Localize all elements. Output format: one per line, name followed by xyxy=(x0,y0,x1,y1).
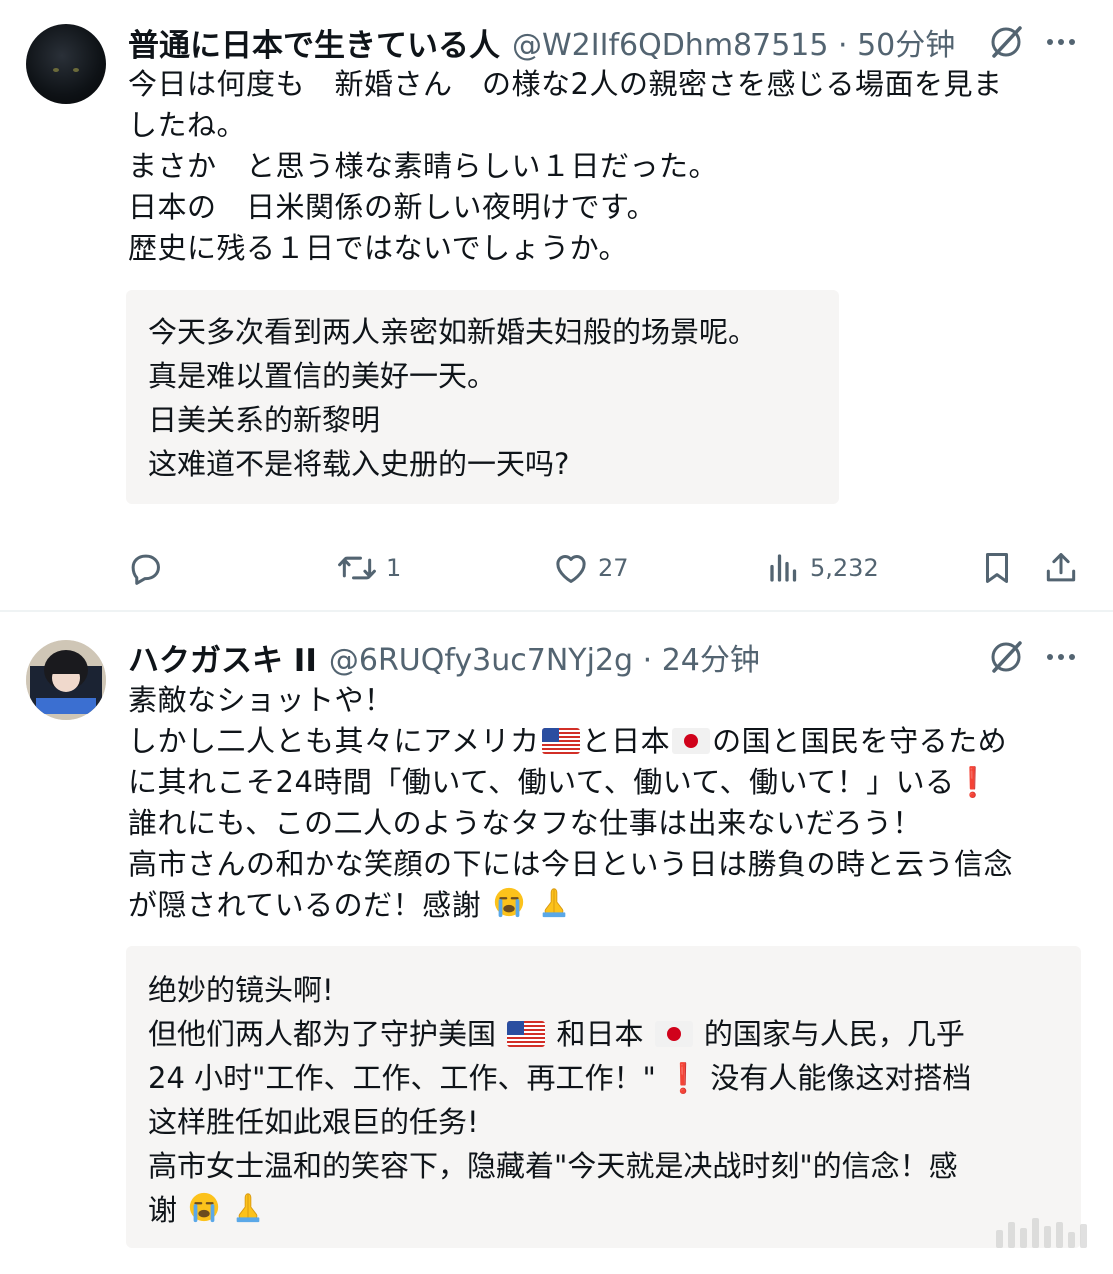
share-button[interactable] xyxy=(1042,546,1080,590)
japan-flag xyxy=(672,728,711,754)
tweet-text-line: が隠されているのだ！感謝 xyxy=(128,885,1013,926)
avatar[interactable] xyxy=(26,24,106,104)
reply-icon xyxy=(131,554,160,585)
tweet-text-line: 素敵なショットや！ xyxy=(128,683,394,717)
tweet-header: ハクガスキ II @6RUQfy3uc7NYj2g · 24分钟 xyxy=(128,635,760,680)
more-options-icon[interactable] xyxy=(1041,22,1081,62)
translation-line: 绝妙的镜头啊! xyxy=(148,973,334,1007)
share-icon xyxy=(1046,553,1076,582)
repost-button[interactable]: 1 xyxy=(336,546,401,590)
translation-line: 这样胜任如此艰巨的任务! xyxy=(148,1105,479,1139)
translation-line: 今天多次看到两人亲密如新婚夫妇般的场景呢。 xyxy=(148,315,758,349)
loudly-crying-face xyxy=(190,1192,219,1223)
tweet-header: 普通に日本で生きている人 @W2IIf6QDhm87515 · 50分钟 xyxy=(128,20,955,65)
translation-line: 日美关系的新黎明 xyxy=(148,403,381,437)
tweet-text-line: 日本の 日米関係の新しい夜明けです。 xyxy=(128,190,657,224)
translation-box: 绝妙的镜头啊! 但他们两人都为了守护美国 和日本 的国家与人民，几乎 24 小时… xyxy=(126,946,1081,1248)
display-name[interactable]: 普通に日本で生きている人 xyxy=(128,20,500,65)
more-options-icon[interactable] xyxy=(1041,637,1081,677)
grok-slash-icon[interactable] xyxy=(986,22,1026,62)
translation-line: 高市女士温和的笑容下，隐藏着"今天就是决战时刻"的信念！感 xyxy=(148,1149,958,1183)
red-exclamation-mark: ❗ xyxy=(665,1061,702,1095)
like-button[interactable]: 27 xyxy=(552,546,629,590)
tweet-text-line: 歴史に残る１日ではないでしょうか。 xyxy=(128,231,629,265)
tweet-text-line: 今日は何度も 新婚さん の様な2人の親密さを感じる場面を見ま xyxy=(128,67,1003,101)
loudly-crying-face xyxy=(494,887,524,918)
japan-flag xyxy=(654,1021,693,1047)
tweet-text-line: 誰れにも、この二人のようなタフな仕事は出来ないだろう！ xyxy=(128,806,922,840)
handle-and-time[interactable]: @W2IIf6QDhm87515 · 50分钟 xyxy=(512,20,955,64)
display-name[interactable]: ハクガスキ II xyxy=(128,635,317,680)
us-flag xyxy=(541,728,580,754)
us-flag xyxy=(507,1021,546,1047)
repost-count: 1 xyxy=(386,554,402,582)
tweet-text-line: に其れこそ24時間「働いて、働いて、働いて、働いて！」いる❗ xyxy=(128,765,992,799)
analytics-icon xyxy=(770,554,797,582)
tweet-text-line: 高市さんの和かな笑顔の下には今日という日は勝負の時と云う信念 xyxy=(128,847,1014,881)
handle-and-time[interactable]: @6RUQfy3uc7NYj2g · 24分钟 xyxy=(329,635,760,679)
bookmark-icon xyxy=(985,553,1009,583)
view-count: 5,232 xyxy=(810,554,879,582)
avatar[interactable] xyxy=(26,640,106,720)
translation-line: 谢 xyxy=(148,1188,971,1232)
tweet-text-line: まさか と思う様な素晴らしい１日だった。 xyxy=(128,149,719,183)
translation-line: 24 小时"工作、工作、工作、再工作！" ❗ 没有人能像这对搭档 xyxy=(148,1061,972,1095)
folded-hands xyxy=(542,888,565,918)
tweet-text: 今日は何度も 新婚さん の様な2人の親密さを感じる場面を見ま したね。 まさか … xyxy=(128,64,1002,269)
folded-hands xyxy=(237,1193,260,1223)
repost-icon xyxy=(338,556,376,580)
views-button[interactable]: 5,232 xyxy=(766,546,879,590)
avatar-anime-image xyxy=(26,640,106,720)
translation-box: 今天多次看到两人亲密如新婚夫妇般的场景呢。 真是难以置信的美好一天。 日美关系的… xyxy=(126,290,839,504)
translation-line: 但他们两人都为了守护美国 和日本 的国家与人民，几乎 xyxy=(148,1017,965,1051)
red-exclamation-mark: ❗ xyxy=(954,765,992,799)
like-count: 27 xyxy=(598,554,629,582)
heart-icon xyxy=(556,555,586,583)
avatar-cat-image xyxy=(53,68,79,72)
translation-line: 真是难以置信的美好一天。 xyxy=(148,359,497,393)
action-bar: 1 27 5,232 xyxy=(0,546,1113,590)
tweet-divider xyxy=(0,610,1113,612)
translation-line: 这难道不是将载入史册的一天吗? xyxy=(148,447,570,481)
tweet-text-line: しかし二人とも其々にアメリカ と日本 の国と国民を守るため xyxy=(128,724,1008,758)
tweet-text: 素敵なショットや！ しかし二人とも其々にアメリカ と日本 の国と国民を守るため に其… xyxy=(128,680,1013,926)
grok-slash-icon[interactable] xyxy=(986,637,1026,677)
reply-button[interactable] xyxy=(126,546,172,590)
tweet-text-line: したね。 xyxy=(128,108,247,142)
watermark-logo xyxy=(996,1218,1087,1248)
bookmark-button[interactable] xyxy=(978,546,1016,590)
